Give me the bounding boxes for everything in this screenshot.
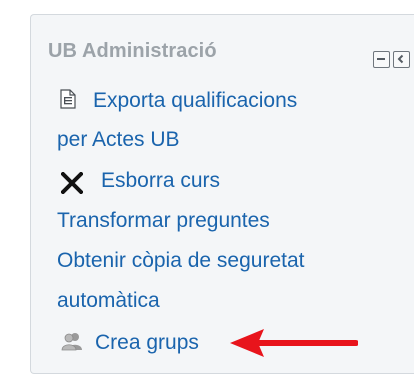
block-title: UB Administració xyxy=(48,40,217,62)
hide-block-button[interactable] xyxy=(373,51,390,68)
group-icon xyxy=(61,333,82,351)
create-groups-link[interactable]: Crea grups xyxy=(95,330,199,356)
chevron-left-icon xyxy=(397,54,404,64)
minus-icon xyxy=(377,58,385,60)
automatic-backup-link-line1[interactable]: Obtenir còpia de seguretat xyxy=(57,248,305,274)
transform-questions-link[interactable]: Transformar preguntes xyxy=(57,208,270,234)
ub-administration-block: UB Administració Exporta qualificacions … xyxy=(30,14,414,374)
dock-block-button[interactable] xyxy=(393,51,410,68)
delete-course-link[interactable]: Esborra curs xyxy=(101,168,220,194)
red-arrow-icon xyxy=(230,329,358,357)
close-x-icon xyxy=(61,172,83,194)
page: UB Administració Exporta qualificacions … xyxy=(0,0,414,383)
export-grades-link-line1[interactable]: Exporta qualificacions xyxy=(93,88,297,114)
document-icon xyxy=(60,89,76,109)
export-grades-link-line2[interactable]: per Actes UB xyxy=(57,127,180,153)
automatic-backup-link-line2[interactable]: automàtica xyxy=(57,288,160,314)
